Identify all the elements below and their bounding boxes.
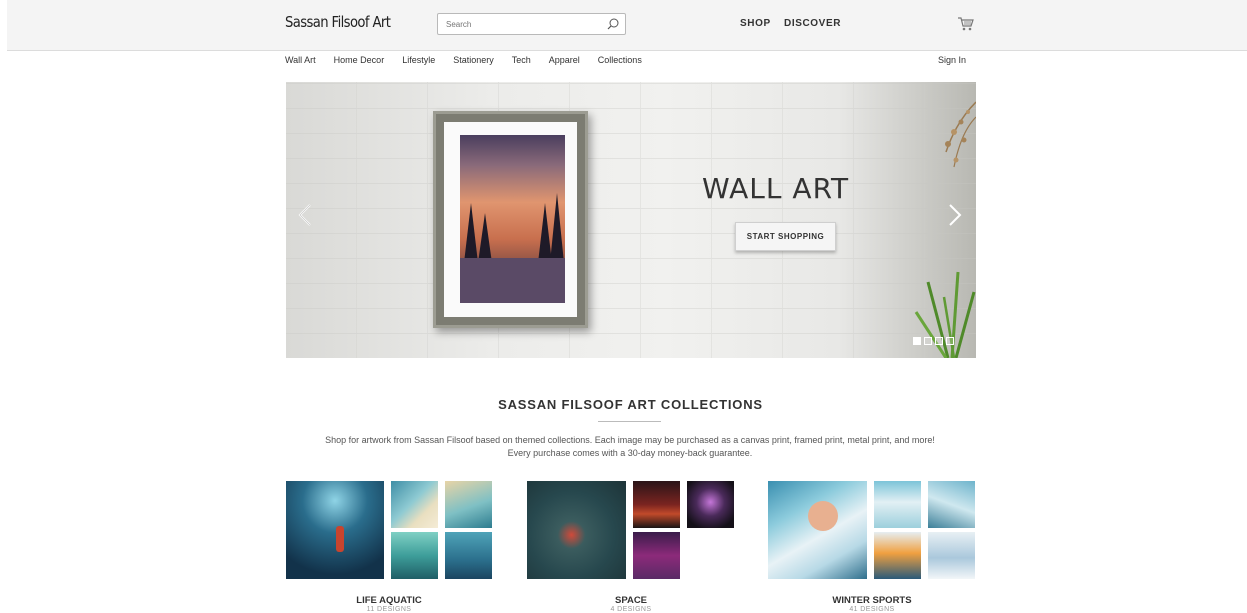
collection-image-thumb[interactable]	[445, 532, 492, 579]
start-shopping-button[interactable]: START SHOPPING	[735, 222, 836, 251]
carousel-indicators	[913, 337, 954, 345]
collection-title[interactable]: LIFE AQUATIC	[309, 595, 469, 606]
brick-wall-background	[286, 82, 976, 358]
sign-in-link[interactable]: Sign In	[938, 55, 966, 65]
collections-heading: SASSAN FILSOOF ART COLLECTIONS	[498, 397, 763, 412]
category-nav: Wall Art Home Decor Lifestyle Stationery…	[285, 55, 660, 67]
collection-image-main[interactable]	[286, 481, 384, 579]
collection-image-thumb[interactable]	[874, 481, 921, 528]
search-input[interactable]	[438, 14, 598, 35]
nav-shop[interactable]: SHOP	[740, 18, 771, 29]
carousel-dot[interactable]	[946, 337, 954, 345]
collection-title[interactable]: WINTER SPORTS	[792, 595, 952, 606]
collection-image-thumb[interactable]	[445, 481, 492, 528]
site-logo[interactable]: Sassan Filsoof Art	[285, 13, 391, 31]
collection-image-thumb[interactable]	[391, 481, 438, 528]
category-stationery[interactable]: Stationery	[453, 55, 494, 67]
cart-icon[interactable]	[957, 16, 974, 31]
collection-image-thumb[interactable]	[928, 532, 975, 579]
collection-count: 4 DESIGNS	[610, 606, 652, 613]
collections-description: Shop for artwork from Sassan Filsoof bas…	[325, 435, 935, 458]
heading-divider	[598, 421, 661, 422]
collection-title[interactable]: SPACE	[551, 595, 711, 606]
collection-image-main[interactable]	[527, 481, 626, 579]
top-header: Sassan Filsoof Art SHOP DISCOVER	[7, 0, 1247, 51]
collection-image-thumb[interactable]	[874, 532, 921, 579]
hero-title: WALL ART	[702, 172, 850, 205]
category-wall-art[interactable]: Wall Art	[285, 55, 316, 67]
search-icon[interactable]	[606, 17, 620, 31]
deer-poster-art	[460, 135, 565, 303]
search-box[interactable]	[437, 13, 626, 35]
collection-image-thumb[interactable]	[633, 481, 680, 528]
framed-poster-image[interactable]	[433, 111, 588, 328]
carousel-dot[interactable]	[935, 337, 943, 345]
chevron-left-icon[interactable]	[297, 203, 313, 227]
category-lifestyle[interactable]: Lifestyle	[402, 55, 435, 67]
category-home-decor[interactable]: Home Decor	[334, 55, 385, 67]
carousel-dot[interactable]	[924, 337, 932, 345]
carousel-dot[interactable]	[913, 337, 921, 345]
dried-flowers-decoration	[945, 101, 976, 168]
collection-image-thumb[interactable]	[687, 481, 734, 528]
category-apparel[interactable]: Apparel	[549, 55, 580, 67]
category-collections[interactable]: Collections	[598, 55, 642, 67]
hero-carousel: WALL ART START SHOPPING	[286, 82, 976, 358]
chevron-right-icon[interactable]	[947, 203, 963, 227]
collection-image-thumb[interactable]	[928, 481, 975, 528]
collection-count: 11 DESIGNS	[366, 606, 412, 613]
collection-image-main[interactable]	[768, 481, 867, 579]
nav-discover[interactable]: DISCOVER	[784, 18, 841, 29]
collection-image-thumb[interactable]	[391, 532, 438, 579]
category-tech[interactable]: Tech	[512, 55, 531, 67]
collection-count: 41 DESIGNS	[849, 606, 895, 613]
collection-image-thumb[interactable]	[633, 532, 680, 579]
